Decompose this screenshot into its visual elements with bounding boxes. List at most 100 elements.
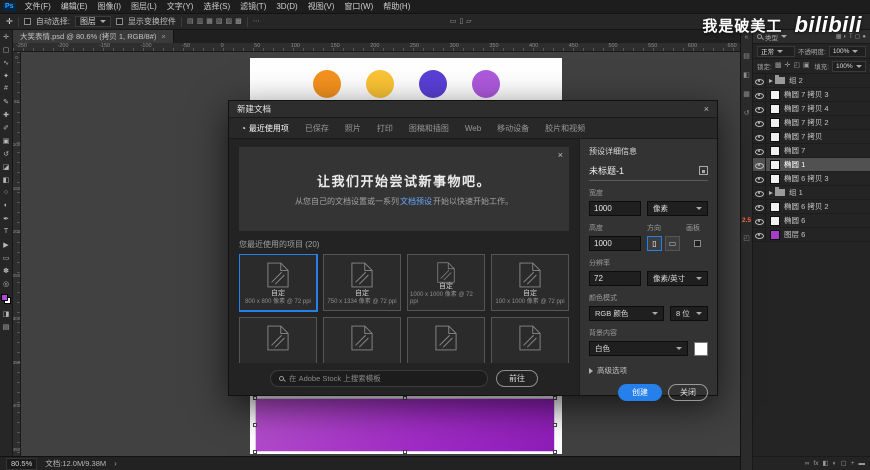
- layer-row[interactable]: 图层 6: [753, 228, 870, 242]
- width-input[interactable]: [589, 201, 641, 216]
- workspace-icon[interactable]: ▭: [450, 17, 457, 27]
- landscape-orientation-button[interactable]: ▭: [665, 236, 680, 251]
- tool-button[interactable]: ◎: [0, 277, 13, 290]
- bit-depth-dropdown[interactable]: 8 位: [670, 306, 708, 321]
- tool-button[interactable]: ✛: [0, 30, 13, 43]
- layer-filter-icon[interactable]: T: [849, 32, 853, 42]
- resolution-unit-dropdown[interactable]: 像素/英寸: [647, 271, 708, 286]
- foreground-color-swatch[interactable]: [1, 294, 8, 301]
- lock-icon[interactable]: ✛: [784, 61, 790, 71]
- menu-item[interactable]: 视图(V): [303, 0, 340, 13]
- lock-icon[interactable]: ▣: [803, 61, 810, 71]
- zoom-level-field[interactable]: 80.5%: [6, 457, 38, 470]
- adobe-stock-searchbox[interactable]: [270, 370, 488, 387]
- align-icon[interactable]: ▧: [216, 17, 223, 27]
- ellipse-shape[interactable]: [471, 70, 500, 98]
- advanced-options-toggle[interactable]: 高级选项: [589, 365, 708, 376]
- layer-visibility-toggle[interactable]: [753, 116, 766, 129]
- layers-footer-icon[interactable]: fx: [813, 459, 818, 469]
- workspace-icon[interactable]: ▱: [466, 17, 471, 27]
- menu-item[interactable]: 帮助(H): [378, 0, 415, 13]
- auto-select-checkbox[interactable]: [23, 18, 31, 25]
- workspace-icon[interactable]: ▯: [459, 17, 463, 27]
- preset-card[interactable]: 自定 800 x 800 像素 @ 72 ppi: [239, 254, 317, 311]
- layer-visibility-toggle[interactable]: [753, 186, 766, 199]
- search-input[interactable]: [289, 374, 479, 383]
- tool-button[interactable]: ↺: [0, 147, 13, 160]
- menu-item[interactable]: 选择(S): [198, 0, 235, 13]
- layer-row[interactable]: 椭圆 6 拷贝 3: [753, 172, 870, 186]
- dialog-tab[interactable]: 照片: [337, 118, 369, 138]
- create-button[interactable]: 创建: [618, 384, 662, 401]
- resolution-input[interactable]: [589, 271, 641, 286]
- preset-card[interactable]: 自定 750 x 1334 像素 @ 72 ppi: [323, 254, 401, 311]
- preset-card[interactable]: 自定 1000 x 1000 像素 @ 72 ppi: [407, 254, 485, 311]
- width-unit-dropdown[interactable]: 像素: [647, 201, 708, 216]
- panel-strip-icon[interactable]: ◧: [743, 72, 750, 80]
- selection-handle[interactable]: [553, 450, 557, 454]
- tool-button[interactable]: T: [0, 225, 13, 238]
- fill-dropdown[interactable]: 100%: [832, 60, 866, 72]
- tool-button[interactable]: ▶: [0, 238, 13, 251]
- menu-item[interactable]: 文字(Y): [162, 0, 199, 13]
- layer-row[interactable]: 椭圆 7 拷贝: [753, 130, 870, 144]
- tool-button[interactable]: #: [0, 82, 13, 95]
- tool-button[interactable]: ∿: [0, 56, 13, 69]
- opacity-dropdown[interactable]: 100%: [828, 45, 866, 57]
- panel-strip-icon[interactable]: ↺: [744, 110, 750, 118]
- selected-rectangle-shape[interactable]: [253, 396, 557, 454]
- tool-button[interactable]: ✎: [0, 95, 13, 108]
- menu-item[interactable]: 滤镜(T): [235, 0, 271, 13]
- layer-visibility-toggle[interactable]: [753, 200, 766, 213]
- background-dropdown[interactable]: 白色: [589, 341, 688, 356]
- dialog-tab[interactable]: ◔ 最近使用项: [233, 118, 297, 138]
- auto-select-dropdown[interactable]: 图层: [74, 16, 111, 27]
- group-disclosure-icon[interactable]: [769, 190, 773, 195]
- layer-visibility-toggle[interactable]: [753, 102, 766, 115]
- layers-footer-icon[interactable]: ∞: [805, 459, 810, 469]
- tool-button[interactable]: ◐: [0, 199, 13, 212]
- ellipse-shape[interactable]: [365, 70, 394, 98]
- go-button[interactable]: 前往: [496, 370, 538, 387]
- background-color-swatch[interactable]: [694, 341, 708, 356]
- menu-item[interactable]: 图像(I): [92, 0, 126, 13]
- color-mode-dropdown[interactable]: RGB 颜色: [589, 306, 664, 321]
- selection-handle[interactable]: [253, 396, 257, 400]
- tool-button[interactable]: ▭: [0, 251, 13, 264]
- layer-visibility-toggle[interactable]: [753, 130, 766, 143]
- align-icon[interactable]: ▥: [197, 17, 204, 27]
- layers-footer-icon[interactable]: ▢: [841, 459, 847, 469]
- dialog-tab[interactable]: 移动设备: [489, 118, 537, 138]
- layer-row[interactable]: 椭圆 7 拷贝 2: [753, 116, 870, 130]
- dialog-tab[interactable]: 已保存: [297, 118, 337, 138]
- selection-handle[interactable]: [553, 396, 557, 400]
- ellipse-shape[interactable]: [418, 70, 447, 98]
- layers-footer-icon[interactable]: ◐: [833, 459, 837, 469]
- height-input[interactable]: [589, 236, 641, 251]
- preset-card[interactable]: 自定 100 x 1000 像素 @ 72 ppi: [491, 254, 569, 311]
- panel-strip-icon[interactable]: ▤: [743, 53, 750, 61]
- layers-footer-icon[interactable]: ◧: [822, 459, 828, 469]
- color-swatches[interactable]: [1, 294, 11, 304]
- dialog-tab[interactable]: Web: [457, 118, 489, 138]
- menu-item[interactable]: 文件(F): [20, 0, 56, 13]
- portrait-orientation-button[interactable]: ▯: [647, 236, 662, 251]
- preset-card[interactable]: [323, 317, 401, 363]
- layer-filter-icon[interactable]: ◐: [843, 32, 847, 42]
- panel-strip-icon[interactable]: «: [745, 34, 749, 42]
- tool-button[interactable]: ◧: [0, 173, 13, 186]
- tool-button[interactable]: ▣: [0, 134, 13, 147]
- layer-row[interactable]: 椭圆 7: [753, 144, 870, 158]
- align-icon[interactable]: ▦: [206, 17, 213, 27]
- preset-card[interactable]: [407, 317, 485, 363]
- align-icon[interactable]: ▩: [235, 17, 242, 27]
- layer-visibility-toggle[interactable]: [753, 172, 766, 185]
- tool-button[interactable]: ○: [0, 186, 13, 199]
- lock-icon[interactable]: ◰: [793, 61, 800, 71]
- tool-button[interactable]: ✚: [0, 108, 13, 121]
- layer-row[interactable]: 椭圆 1: [753, 158, 870, 172]
- tool-button[interactable]: ◪: [0, 160, 13, 173]
- artboard-checkbox[interactable]: [693, 240, 701, 247]
- align-icon[interactable]: ▨: [225, 17, 232, 27]
- document-name-field[interactable]: 未标题-1: [589, 164, 699, 177]
